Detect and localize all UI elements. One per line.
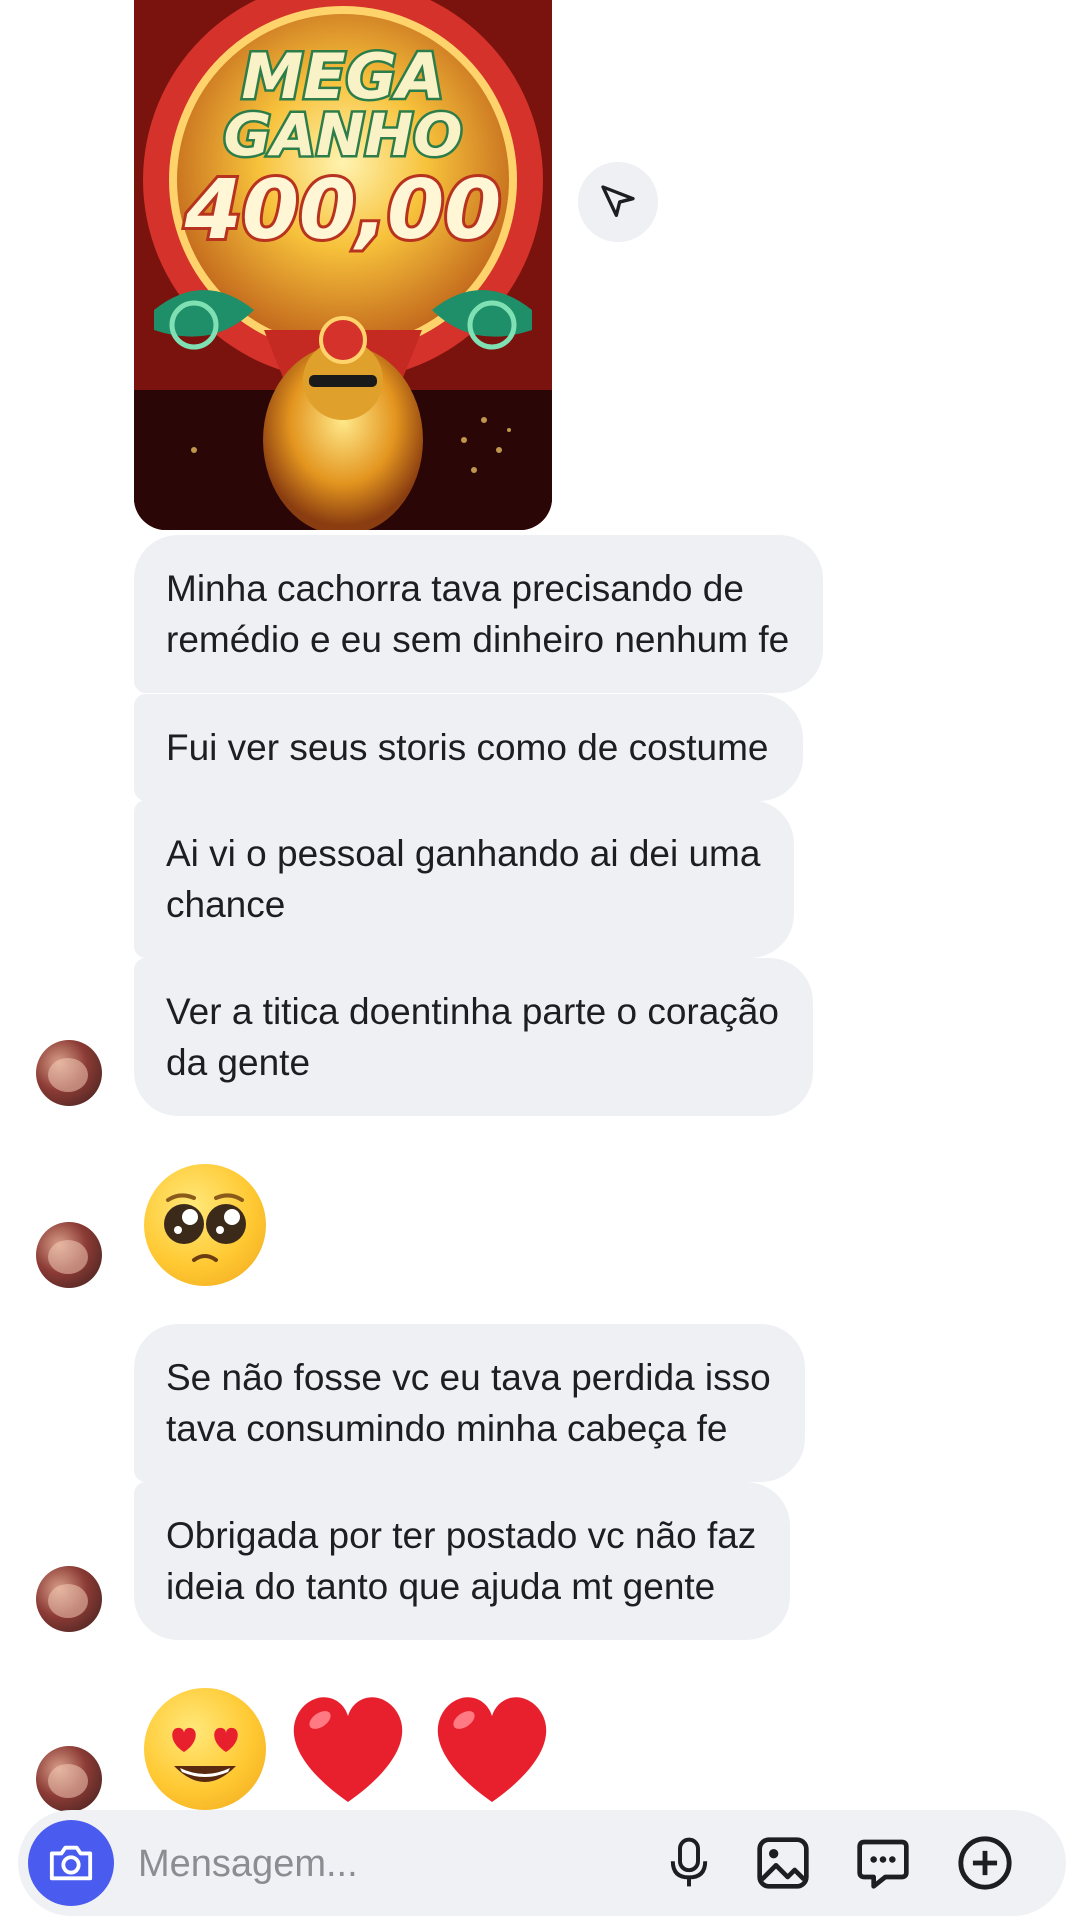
message-bubble[interactable]: Ver a titica doentinha parte o coração d… xyxy=(134,958,813,1116)
message-text-line: chance xyxy=(166,884,286,925)
message-text-line: Minha cachorra tava precisando de xyxy=(166,568,744,609)
sticker-button[interactable] xyxy=(852,1832,914,1894)
shared-image-amount: 400,00 xyxy=(184,163,501,258)
message-input[interactable] xyxy=(136,1830,660,1898)
message-bubble[interactable]: Minha cachorra tava precisando de remédi… xyxy=(134,535,824,693)
message-text-line: ideia do tanto que ajuda mt gente xyxy=(166,1566,716,1607)
message-bubble[interactable]: Ai vi o pessoal ganhando ai dei uma chan… xyxy=(134,800,795,958)
message-bubble[interactable]: Obrigada por ter postado vc não faz idei… xyxy=(134,1482,791,1640)
red-heart-icon[interactable] xyxy=(284,1690,412,1808)
sticker-icon xyxy=(857,1839,909,1889)
message-text-line: Obrigada por ter postado vc não faz xyxy=(166,1515,757,1556)
message-bubble[interactable]: Fui ver seus storis como de costume xyxy=(134,694,803,801)
camera-icon xyxy=(49,1845,93,1881)
message-text-line: remédio e eu sem dinheiro nenhum fe xyxy=(166,619,790,660)
message-bubble[interactable]: Se não fosse vc eu tava perdida isso tav… xyxy=(134,1324,805,1482)
plus-icon xyxy=(958,1836,1012,1890)
shared-image-title-line2: GANHO xyxy=(224,101,463,169)
share-button[interactable] xyxy=(578,162,658,242)
chat-screen: MEGA GANHO 400,00 Minha cachorra tava pr… xyxy=(0,0,1080,1920)
message-text-line: Se não fosse vc eu tava perdida isso xyxy=(166,1357,771,1398)
plus-button[interactable] xyxy=(954,1832,1016,1894)
smiling-face-with-heart-eyes-icon xyxy=(172,1727,238,1782)
message-text-line: tava consumindo minha cabeça fe xyxy=(166,1408,728,1449)
red-heart-icon[interactable] xyxy=(428,1690,556,1808)
avatar[interactable] xyxy=(36,1222,102,1288)
gallery-icon xyxy=(757,1837,809,1889)
message-text-line: Ver a titica doentinha parte o coração xyxy=(166,991,779,1032)
avatar[interactable] xyxy=(36,1040,102,1106)
heart-eyes-emoji[interactable] xyxy=(144,1688,266,1810)
shared-image-artwork: MEGA GANHO 400,00 xyxy=(134,0,552,530)
message-text-line: Fui ver seus storis como de costume xyxy=(166,727,769,768)
message-text-line: Ai vi o pessoal ganhando ai dei uma xyxy=(166,833,761,874)
avatar[interactable] xyxy=(36,1566,102,1632)
pleading-face-icon xyxy=(164,1193,246,1262)
gallery-button[interactable] xyxy=(752,1832,814,1894)
message-text-line: da gente xyxy=(166,1042,311,1083)
shared-image[interactable]: MEGA GANHO 400,00 xyxy=(134,0,552,530)
microphone-button[interactable] xyxy=(658,1832,720,1894)
message-composer xyxy=(18,1810,1066,1916)
camera-button[interactable] xyxy=(28,1820,114,1906)
microphone-icon xyxy=(670,1837,708,1887)
avatar[interactable] xyxy=(36,1746,102,1812)
send-icon xyxy=(601,185,635,217)
pleading-face-emoji[interactable] xyxy=(144,1164,266,1286)
